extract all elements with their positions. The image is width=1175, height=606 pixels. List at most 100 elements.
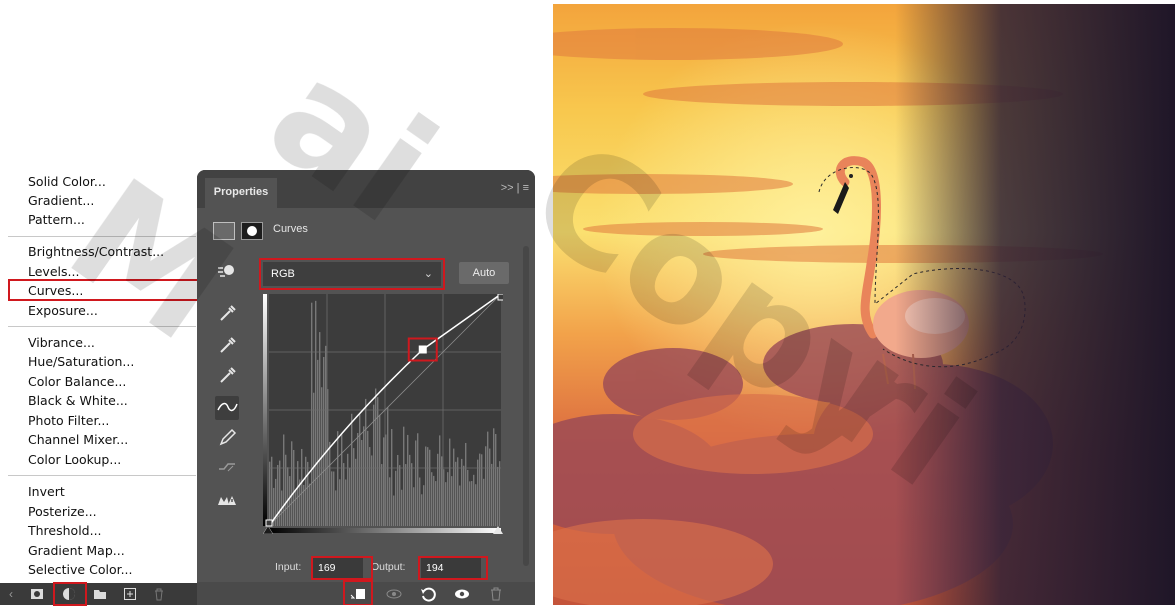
menu-item-channel-mixer[interactable]: Channel Mixer... xyxy=(28,430,128,449)
histogram-bar xyxy=(367,430,369,526)
black-eyedropper-icon[interactable] xyxy=(215,302,239,326)
chevron-left-icon[interactable]: ‹ xyxy=(4,587,18,601)
histogram-bar xyxy=(369,447,371,526)
mask-icon[interactable] xyxy=(241,222,263,240)
histogram-bar xyxy=(409,454,411,526)
histogram-bar xyxy=(353,448,355,526)
histogram-bar xyxy=(447,472,449,526)
panel-menu-icon[interactable]: >> | ≡ xyxy=(501,182,529,194)
panel-scrollbar[interactable] xyxy=(523,246,529,566)
histogram-bar xyxy=(337,431,339,526)
histogram-bar xyxy=(363,426,365,526)
histogram-bar xyxy=(459,485,461,526)
menu-item-invert[interactable]: Invert xyxy=(28,482,65,501)
clip-highlight-box xyxy=(343,580,373,605)
histogram-bar xyxy=(371,455,373,526)
histogram-bar xyxy=(427,447,429,526)
histogram-bar xyxy=(333,471,335,526)
layers-bottom-bar: ‹ xyxy=(0,582,198,606)
curves-graph[interactable] xyxy=(263,294,503,534)
histogram-bar xyxy=(445,482,447,526)
output-label: Output: xyxy=(371,561,406,573)
histogram-bar xyxy=(293,449,295,526)
histogram-bar xyxy=(485,446,487,526)
menu-item-color-balance[interactable]: Color Balance... xyxy=(28,372,126,391)
menu-item-threshold[interactable]: Threshold... xyxy=(28,521,102,540)
menu-item-vibrance[interactable]: Vibrance... xyxy=(28,333,95,352)
menu-item-gradient[interactable]: Gradient... xyxy=(28,191,94,210)
trash-icon[interactable] xyxy=(487,585,505,603)
pencil-icon[interactable] xyxy=(215,426,239,450)
new-layer-icon[interactable] xyxy=(123,587,137,601)
histogram-bar xyxy=(439,435,441,526)
histogram-bar xyxy=(339,479,341,526)
histogram-bar xyxy=(421,494,423,526)
menu-item-exposure[interactable]: Exposure... xyxy=(28,301,98,320)
histogram-bar xyxy=(357,433,359,526)
histogram-bar xyxy=(469,481,471,526)
histogram-bar xyxy=(481,454,483,526)
auto-button[interactable]: Auto xyxy=(459,262,509,284)
histogram-bar xyxy=(419,477,421,526)
output-highlight-box xyxy=(418,556,488,580)
curves-highlight-box xyxy=(8,279,200,301)
histogram-bar xyxy=(477,459,479,526)
menu-item-hue-saturation[interactable]: Hue/Saturation... xyxy=(28,352,134,371)
histogram-bar xyxy=(351,413,353,526)
histogram-bar xyxy=(319,332,321,526)
curve-edit-icon[interactable] xyxy=(215,396,239,420)
view-previous-icon[interactable] xyxy=(385,585,403,603)
histogram-bar xyxy=(345,479,347,526)
histogram-bar xyxy=(323,356,325,526)
smooth-icon[interactable] xyxy=(215,456,239,480)
histogram-bar xyxy=(483,478,485,526)
menu-item-solid-color[interactable]: Solid Color... xyxy=(28,172,106,191)
curve-point-white[interactable] xyxy=(497,294,503,301)
folder-icon[interactable] xyxy=(93,587,107,601)
histogram-bar xyxy=(289,476,291,526)
menu-item-photo-filter[interactable]: Photo Filter... xyxy=(28,411,109,430)
histogram-bar xyxy=(331,471,333,526)
menu-item-brightness-contrast[interactable]: Brightness/Contrast... xyxy=(28,242,164,261)
menu-item-color-lookup[interactable]: Color Lookup... xyxy=(28,450,121,469)
curves-grid-icon[interactable] xyxy=(213,222,235,240)
histogram-bar xyxy=(297,461,299,526)
histogram-bar xyxy=(383,437,385,526)
histogram-bar xyxy=(399,465,401,526)
adjustment-layer-highlight-box xyxy=(53,582,87,606)
clipping-warning-icon[interactable] xyxy=(215,488,239,512)
histogram-bar xyxy=(479,453,481,526)
white-eyedropper-icon[interactable] xyxy=(215,364,239,388)
curve-point-black[interactable] xyxy=(265,519,273,527)
curve-point-selected[interactable] xyxy=(418,345,427,354)
input-gradient-bar xyxy=(269,528,501,533)
histogram-bar xyxy=(391,429,393,526)
histogram-bar xyxy=(287,467,289,526)
histogram-bar xyxy=(315,300,317,526)
histogram-bar xyxy=(291,441,293,526)
histogram-bar xyxy=(453,448,455,526)
histogram-bar xyxy=(329,441,331,526)
reset-icon[interactable] xyxy=(419,585,437,603)
histogram-bar xyxy=(475,484,477,526)
histogram-bar xyxy=(433,475,435,526)
tab-properties[interactable]: Properties xyxy=(205,178,277,208)
menu-item-posterize[interactable]: Posterize... xyxy=(28,502,97,521)
histogram-bar xyxy=(449,438,451,526)
menu-item-gradient-map[interactable]: Gradient Map... xyxy=(28,541,125,560)
menu-item-selective-color[interactable]: Selective Color... xyxy=(28,560,133,579)
histogram-bar xyxy=(415,440,417,526)
layer-mask-icon[interactable] xyxy=(30,587,44,601)
histogram-bar xyxy=(493,428,495,526)
menu-item-black-white[interactable]: Black & White... xyxy=(28,391,128,410)
target-adjust-icon[interactable] xyxy=(215,260,239,284)
trash-icon[interactable] xyxy=(152,587,166,601)
output-gradient-bar xyxy=(263,294,267,526)
visibility-eye-icon[interactable] xyxy=(453,585,471,603)
histogram-bar xyxy=(269,461,271,526)
gray-eyedropper-icon[interactable] xyxy=(215,334,239,358)
menu-item-pattern[interactable]: Pattern... xyxy=(28,210,85,229)
histogram-bar xyxy=(431,472,433,526)
histogram-bar xyxy=(361,440,363,526)
adjustment-menu: Solid Color... Gradient... Pattern... Br… xyxy=(0,168,200,583)
